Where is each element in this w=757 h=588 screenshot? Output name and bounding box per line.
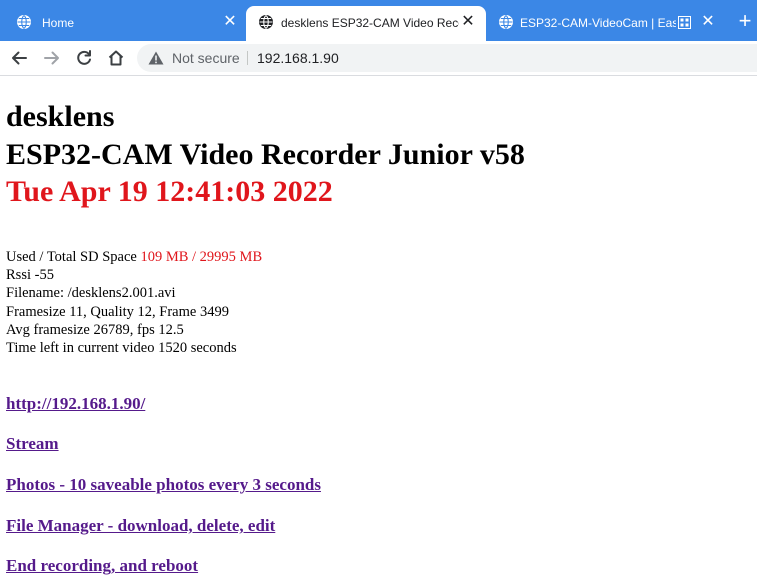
qr-code-icon[interactable] bbox=[678, 16, 691, 29]
frame-info-line: Framesize 11, Quality 12, Frame 3499 bbox=[6, 303, 229, 320]
avg-framesize-line: Avg framesize 26789, fps 12.5 bbox=[6, 321, 184, 338]
version-heading: ESP32-CAM Video Recorder Junior v58 bbox=[6, 138, 525, 171]
security-status[interactable]: Not secure bbox=[172, 50, 240, 66]
sd-total-value: 29995 MB bbox=[199, 249, 263, 265]
tab-title: ESP32-CAM-VideoCam | Easy bbox=[520, 16, 676, 30]
address-bar[interactable]: Not secure 192.168.1.90 bbox=[137, 44, 757, 72]
home-icon[interactable] bbox=[106, 48, 126, 68]
reload-icon[interactable] bbox=[74, 48, 94, 68]
tab-strip: Home ✕ desklens ESP32-CAM Video Reco ✕ E… bbox=[0, 0, 757, 41]
time-left-line: Time left in current video 1520 seconds bbox=[6, 340, 237, 357]
warning-icon[interactable] bbox=[148, 51, 164, 65]
toolbar-divider bbox=[0, 75, 757, 76]
globe-icon bbox=[17, 15, 31, 29]
tab-title: Home bbox=[42, 16, 75, 30]
status-block: Used / Total SD Space 109 MB / 29995 MB … bbox=[6, 248, 262, 357]
sd-separator: / bbox=[192, 249, 197, 265]
reboot-link[interactable]: End recording, and reboot bbox=[6, 556, 198, 576]
close-icon[interactable]: ✕ bbox=[701, 14, 715, 30]
datetime-heading: Tue Apr 19 12:41:03 2022 bbox=[6, 175, 333, 208]
close-icon[interactable]: ✕ bbox=[223, 14, 237, 30]
tab-home[interactable]: Home ✕ bbox=[0, 6, 246, 41]
globe-icon bbox=[499, 15, 513, 29]
rssi-line: Rssi -55 bbox=[6, 267, 54, 284]
tab-title: desklens ESP32-CAM Video Reco bbox=[281, 16, 459, 30]
new-tab-button[interactable]: + bbox=[736, 10, 754, 32]
back-arrow-icon[interactable] bbox=[9, 48, 29, 68]
forward-arrow-icon[interactable] bbox=[42, 48, 62, 68]
sd-used-value: 109 MB bbox=[140, 249, 189, 265]
stream-link[interactable]: Stream bbox=[6, 434, 59, 454]
url-text[interactable]: 192.168.1.90 bbox=[257, 50, 339, 66]
home-url-link[interactable]: http://192.168.1.90/ bbox=[6, 394, 145, 414]
sd-space-line: Used / Total SD Space 109 MB / 29995 MB bbox=[6, 248, 262, 266]
tab-desklens[interactable]: desklens ESP32-CAM Video Reco ✕ bbox=[246, 6, 486, 41]
browser-toolbar: Not secure 192.168.1.90 bbox=[0, 41, 757, 75]
tab-esp32-videocam[interactable]: ESP32-CAM-VideoCam | Easy ✕ bbox=[486, 6, 726, 41]
device-name-heading: desklens bbox=[6, 100, 115, 133]
filename-line: Filename: /desklens2.001.avi bbox=[6, 285, 176, 302]
file-manager-link[interactable]: File Manager - download, delete, edit bbox=[6, 516, 275, 536]
sd-space-label: Used / Total SD Space bbox=[6, 249, 137, 265]
omnibox-divider bbox=[247, 51, 248, 65]
close-icon[interactable]: ✕ bbox=[461, 14, 475, 30]
photos-link[interactable]: Photos - 10 saveable photos every 3 seco… bbox=[6, 475, 321, 495]
globe-icon bbox=[259, 15, 273, 29]
